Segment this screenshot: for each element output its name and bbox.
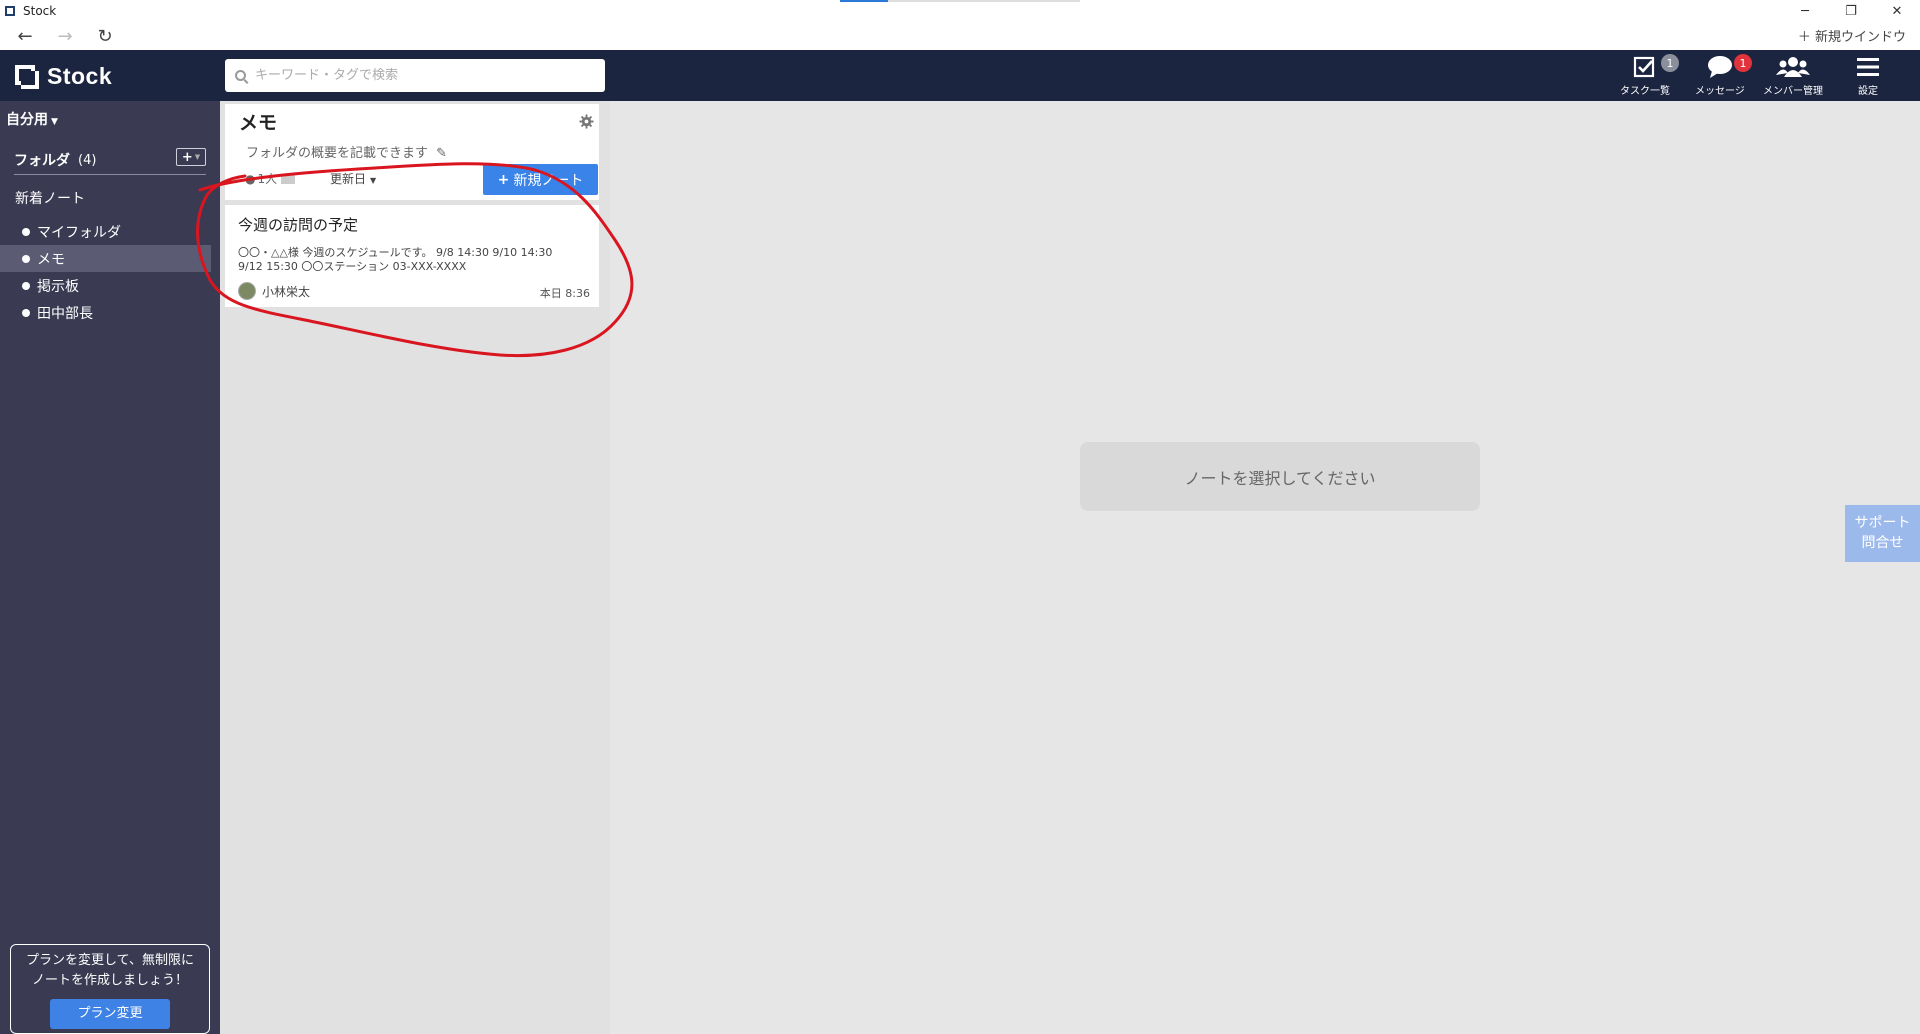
member-management-button[interactable]: メンバー管理 <box>1763 55 1823 97</box>
logo-icon <box>15 64 39 89</box>
messages-button[interactable]: 1 メッセージ <box>1695 54 1752 97</box>
member-management-label: メンバー管理 <box>1763 86 1823 97</box>
folder-item-tanaka[interactable]: 田中部長 <box>0 299 211 326</box>
folder-members[interactable]: ● 1人 <box>245 170 296 187</box>
folder-item-bulletin[interactable]: 掲示板 <box>0 272 211 299</box>
support-contact-button[interactable]: サポート 問合せ <box>1845 505 1920 562</box>
window-title: Stock <box>23 4 57 18</box>
note-list-column: メモ フォルダの概要を記載できます ✎ ● 1人 更新日 ▼ + 新規ノート 今週… <box>220 101 610 1034</box>
task-badge: 1 <box>1661 54 1679 72</box>
browser-nav-bar: ← → ↻ ＋ 新規ウインドウ <box>0 22 1920 50</box>
caret-down-icon: ▼ <box>51 117 58 127</box>
caret-down-icon: ▼ <box>194 153 201 161</box>
folder-item-memo[interactable]: メモ <box>0 245 211 272</box>
bullet-icon <box>22 281 30 290</box>
chat-bubble-icon <box>1707 56 1732 78</box>
settings-button[interactable]: 設定 <box>1856 55 1880 97</box>
task-list-label: タスク一覧 <box>1620 86 1670 97</box>
note-author: 小林栄太 <box>238 282 310 300</box>
members-icon <box>1776 57 1810 77</box>
folder-info-card: メモ フォルダの概要を記載できます ✎ ● 1人 更新日 ▼ + 新規ノート <box>225 104 599 200</box>
folder-description[interactable]: フォルダの概要を記載できます ✎ <box>246 142 447 161</box>
hamburger-icon <box>1857 58 1879 76</box>
messages-label: メッセージ <box>1695 86 1745 97</box>
plan-message: プランを変更して、無制限に ノートを作成しましょう！ <box>26 953 194 988</box>
bullet-icon <box>22 308 30 317</box>
folder-list: マイフォルダ メモ 掲示板 田中部長 <box>0 218 211 326</box>
search-box[interactable] <box>225 59 605 92</box>
restore-button[interactable]: ❐ <box>1828 0 1874 22</box>
workspace-selector[interactable]: 自分用 ▼ <box>6 109 58 129</box>
folder-item-my-folder[interactable]: マイフォルダ <box>0 218 211 245</box>
app-header: Stock 1 タスク一覧 1 メッセージ メンバー管理 <box>0 50 1920 101</box>
folder-header: フォルダ (4) + ▼ <box>14 148 206 175</box>
sort-dropdown[interactable]: 更新日 ▼ <box>330 170 376 187</box>
empty-state-message: ノートを選択してください <box>1080 442 1480 511</box>
folder-title: メモ <box>239 112 278 134</box>
plan-upgrade-box: プランを変更して、無制限に ノートを作成しましょう！ プラン変更 <box>10 944 210 1034</box>
note-timestamp: 本日 8:36 <box>539 287 590 300</box>
plus-icon: + <box>497 171 510 188</box>
new-notes-link[interactable]: 新着ノート <box>15 188 85 208</box>
bullet-icon <box>22 254 30 263</box>
note-card[interactable]: 今週の訪問の予定 〇〇・△△様 今週のスケジュールです。 9/8 14:30 9… <box>225 205 599 307</box>
checkbox-icon <box>1633 56 1655 78</box>
add-folder-button[interactable]: + ▼ <box>176 148 206 166</box>
minimize-button[interactable]: ─ <box>1782 0 1828 22</box>
stock-logo[interactable]: Stock <box>15 63 112 90</box>
folder-heading: フォルダ <box>14 153 70 169</box>
member-avatar <box>281 173 296 184</box>
search-icon <box>235 70 246 81</box>
search-input[interactable] <box>255 68 575 83</box>
loading-progress-bar <box>840 0 1080 2</box>
message-badge: 1 <box>1734 54 1752 72</box>
bullet-icon <box>22 227 30 236</box>
gear-icon[interactable] <box>579 114 594 129</box>
note-title: 今週の訪問の予定 <box>238 216 359 234</box>
person-icon: ● <box>245 171 256 186</box>
reload-icon[interactable]: ↻ <box>90 24 120 48</box>
note-preview: 〇〇・△△様 今週のスケジュールです。 9/8 14:30 9/10 14:30… <box>238 246 553 273</box>
sidebar: 自分用 ▼ フォルダ (4) + ▼ 新着ノート マイフォルダ メモ 掲示板 田中部… <box>0 101 220 1034</box>
close-button[interactable]: ✕ <box>1874 0 1920 22</box>
task-list-button[interactable]: 1 タスク一覧 <box>1620 54 1679 97</box>
new-window-button[interactable]: ＋ 新規ウインドウ <box>1798 26 1906 45</box>
note-detail-area: ノートを選択してください サポート 問合せ <box>610 101 1920 1034</box>
pencil-icon[interactable]: ✎ <box>436 146 447 161</box>
back-arrow-icon[interactable]: ← <box>10 24 40 48</box>
window-titlebar: Stock ─ ❐ ✕ <box>0 0 1920 22</box>
app-icon <box>5 6 15 16</box>
avatar <box>238 282 256 300</box>
change-plan-button[interactable]: プラン変更 <box>50 999 170 1029</box>
settings-label: 設定 <box>1858 86 1878 97</box>
folder-count: (4) <box>78 152 97 168</box>
new-note-button[interactable]: + 新規ノート <box>483 164 598 195</box>
caret-down-icon: ▼ <box>370 176 377 185</box>
forward-arrow-icon[interactable]: → <box>50 24 80 48</box>
